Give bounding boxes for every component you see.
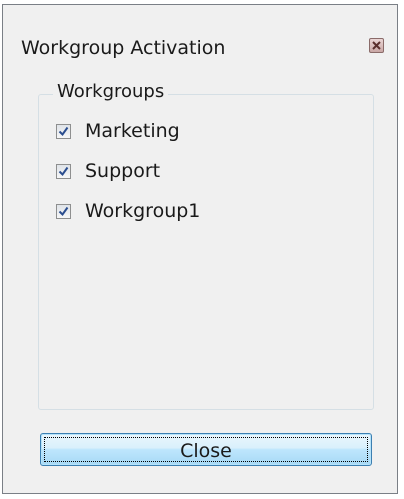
checkbox[interactable] bbox=[56, 163, 71, 179]
checkbox-label: Support bbox=[85, 160, 161, 182]
checkbox[interactable] bbox=[56, 123, 71, 139]
close-icon[interactable] bbox=[369, 38, 384, 53]
workgroup-item-workgroup1[interactable]: Workgroup1 bbox=[56, 198, 200, 224]
title-bar: Workgroup Activation bbox=[3, 5, 397, 81]
checkbox-label: Marketing bbox=[85, 120, 180, 142]
workgroups-legend: Workgroups bbox=[53, 81, 169, 102]
window-title: Workgroup Activation bbox=[21, 37, 226, 59]
checkbox[interactable] bbox=[56, 203, 71, 219]
close-button-label: Close bbox=[180, 440, 232, 462]
workgroup-item-support[interactable]: Support bbox=[56, 158, 160, 184]
workgroup-item-marketing[interactable]: Marketing bbox=[56, 118, 180, 144]
checkbox-label: Workgroup1 bbox=[85, 200, 201, 222]
close-button[interactable]: Close bbox=[40, 433, 372, 466]
